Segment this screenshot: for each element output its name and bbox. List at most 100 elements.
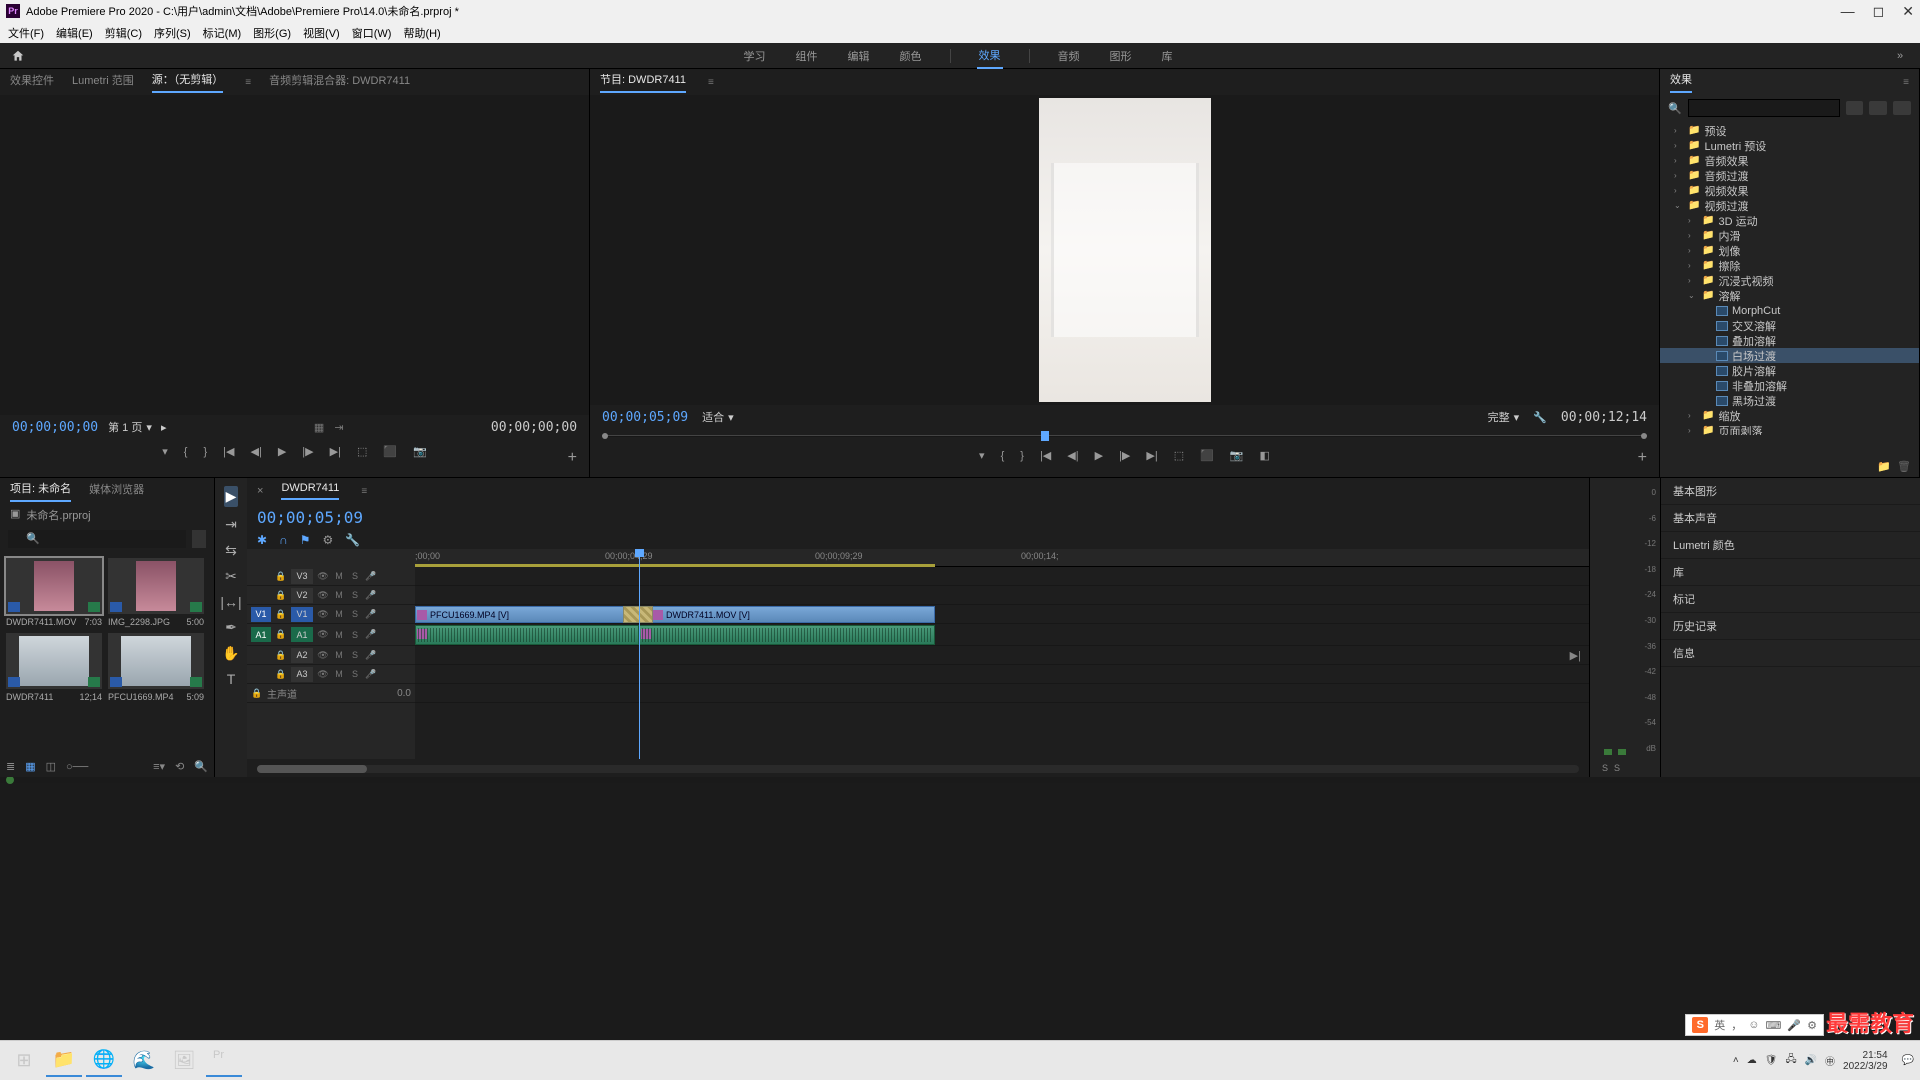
side-panel-tab[interactable]: 历史记录	[1661, 613, 1920, 640]
effects-folder[interactable]: ›📁视频效果	[1660, 183, 1919, 198]
panel-menu-icon[interactable]: ≡	[361, 486, 367, 497]
ime-keyboard-icon[interactable]: ⌨	[1766, 1019, 1782, 1032]
ime-punct-icon[interactable]: ，	[1731, 1017, 1742, 1033]
slip-tool-icon[interactable]: |↔|	[220, 594, 241, 610]
source-icon-b[interactable]: ⇥	[334, 421, 343, 434]
goto-out-icon[interactable]: ▶|	[1146, 449, 1157, 462]
side-panel-tab[interactable]: Lumetri 颜色	[1661, 532, 1920, 559]
track-header[interactable]: A1🔒A1👁MS🎤	[247, 624, 415, 646]
effects-folder[interactable]: ⌄📁视频过渡	[1660, 198, 1919, 213]
program-scrubber[interactable]	[602, 429, 1647, 443]
effects-folder[interactable]: ›📁3D 运动	[1660, 213, 1919, 228]
mark-in-icon[interactable]: {	[1001, 450, 1005, 462]
play-icon[interactable]: ▶	[278, 445, 286, 458]
track-header[interactable]: 🔒A3👁MS🎤	[247, 665, 415, 684]
tab-media-browser[interactable]: 媒体浏览器	[89, 481, 144, 501]
delete-icon[interactable]: 🗑	[1897, 460, 1911, 473]
ime-lang[interactable]: 英	[1714, 1017, 1725, 1033]
track-header[interactable]: 🔒主声道0.0	[247, 684, 415, 703]
step-back-icon[interactable]: ◀|	[1067, 449, 1078, 462]
button-editor-plus[interactable]: +	[1638, 449, 1647, 467]
workspace-tab[interactable]: 效果	[977, 43, 1003, 69]
step-fwd-icon[interactable]: |▶	[1119, 449, 1130, 462]
workspace-overflow[interactable]: »	[1880, 50, 1920, 62]
effects-folder[interactable]: ›📁内滑	[1660, 228, 1919, 243]
zoom-dropdown[interactable]: 适合 ▾	[702, 409, 734, 425]
tray-onedrive-icon[interactable]: ☁	[1747, 1055, 1757, 1066]
start-button[interactable]: ⊞	[6, 1045, 42, 1077]
video-clip[interactable]: PFCU1669.MP4 [V]	[415, 606, 637, 623]
menu-graphics[interactable]: 图形(G)	[253, 25, 291, 41]
tab-project[interactable]: 项目: 未命名	[10, 480, 71, 502]
linked-sel-icon[interactable]: ∩	[279, 533, 288, 547]
tab-effects[interactable]: 效果	[1670, 71, 1692, 93]
effects-preset[interactable]: 交叉溶解	[1660, 318, 1919, 333]
effects-folder[interactable]: ›📁缩放	[1660, 408, 1919, 423]
mark-out-icon[interactable]: }	[1020, 450, 1024, 462]
workspace-tab[interactable]: 图形	[1108, 44, 1134, 68]
timeline-playhead[interactable]	[639, 549, 640, 759]
project-item[interactable]: DWDR7411.MOV7:03	[6, 558, 102, 627]
solo-left[interactable]: S	[1602, 763, 1608, 773]
program-playhead[interactable]	[1041, 431, 1049, 441]
step-fwd-icon[interactable]: |▶	[302, 445, 313, 458]
effects-folder[interactable]: ›📁音频过渡	[1660, 168, 1919, 183]
effects-folder[interactable]: ›📁沉浸式视频	[1660, 273, 1919, 288]
menu-sequence[interactable]: 序列(S)	[154, 25, 191, 41]
effects-folder[interactable]: ›📁Lumetri 预设	[1660, 138, 1919, 153]
menu-clip[interactable]: 剪辑(C)	[105, 25, 142, 41]
workspace-tab[interactable]: 音频	[1056, 44, 1082, 68]
extract-icon[interactable]: ⬛	[1200, 449, 1214, 462]
tab-audio-clip-mixer[interactable]: 音频剪辑混合器: DWDR7411	[269, 72, 410, 92]
project-search-input[interactable]	[8, 530, 186, 548]
side-panel-tab[interactable]: 基本声音	[1661, 505, 1920, 532]
add-marker-icon[interactable]: ▾	[162, 445, 168, 458]
notifications-icon[interactable]: 💬	[1902, 1055, 1914, 1066]
ripple-tool-icon[interactable]: ⇆	[225, 542, 237, 559]
ime-emoji-icon[interactable]: ☺	[1748, 1019, 1759, 1031]
track-header[interactable]: 🔒V2👁MS🎤	[247, 586, 415, 605]
track-v3[interactable]	[415, 567, 1589, 586]
wrench-icon[interactable]: 🔧	[1533, 411, 1547, 424]
source-icon-a[interactable]: ▦	[314, 421, 324, 434]
project-item[interactable]: DWDR741112;14	[6, 633, 102, 702]
audio-clip[interactable]	[639, 625, 935, 645]
panel-menu-icon[interactable]: ≡	[1903, 77, 1909, 88]
effects-preset[interactable]: MorphCut	[1660, 303, 1919, 318]
selection-tool-icon[interactable]: ▶	[224, 486, 239, 507]
mark-out-icon[interactable]: }	[203, 446, 207, 458]
hand-tool-icon[interactable]: ✋	[222, 645, 239, 662]
tab-source-monitor[interactable]: 源：（无剪辑）	[152, 71, 224, 93]
close-button[interactable]: ✕	[1902, 3, 1914, 20]
taskbar-photos-icon[interactable]: 🖼	[166, 1045, 202, 1077]
track-header[interactable]: 🔒V3👁MS🎤	[247, 567, 415, 586]
project-item[interactable]: IMG_2298.JPG5:00	[108, 558, 204, 627]
marker-icon[interactable]: ⚑	[300, 533, 311, 547]
project-item[interactable]: PFCU1669.MP45:09	[108, 633, 204, 702]
effects-folder[interactable]: ⌄📁溶解	[1660, 288, 1919, 303]
yuv-badge-icon[interactable]	[1893, 101, 1911, 115]
sort-icon[interactable]: ≡▾	[153, 760, 165, 773]
timeline-tracks-area[interactable]: ;00;0000;00;04;2900;00;09;2900;00;14; PF…	[415, 549, 1589, 759]
program-tc-current[interactable]: 00;00;05;09	[602, 410, 688, 425]
workspace-tab[interactable]: 组件	[794, 44, 820, 68]
freeform-view-icon[interactable]: ◫	[46, 760, 56, 773]
workspace-tab[interactable]: 编辑	[846, 44, 872, 68]
source-tc-in[interactable]: 00;00;00;00	[12, 420, 98, 435]
step-back-icon[interactable]: ◀|	[250, 445, 261, 458]
timeline-zoom-scrollbar[interactable]	[257, 765, 1579, 773]
mark-in-icon[interactable]: {	[184, 446, 188, 458]
video-transition[interactable]	[623, 606, 653, 623]
tab-lumetri-scopes[interactable]: Lumetri 范围	[72, 72, 134, 92]
overwrite-icon[interactable]: ⬛	[383, 445, 397, 458]
insert-icon[interactable]: ⬚	[357, 445, 367, 458]
goto-in-icon[interactable]: |◀	[1040, 449, 1051, 462]
effects-preset[interactable]: 黑场过渡	[1660, 393, 1919, 408]
track-v1[interactable]: PFCU1669.MP4 [V] DWDR7411.MOV [V]	[415, 605, 1589, 624]
effects-folder[interactable]: ›📁划像	[1660, 243, 1919, 258]
solo-right[interactable]: S	[1614, 763, 1620, 773]
snap-icon[interactable]: ✱	[257, 533, 267, 547]
panel-menu-icon[interactable]: ≡	[708, 77, 714, 88]
new-bin-icon[interactable]: 📁	[1877, 460, 1891, 473]
video-clip[interactable]: DWDR7411.MOV [V]	[651, 606, 935, 623]
